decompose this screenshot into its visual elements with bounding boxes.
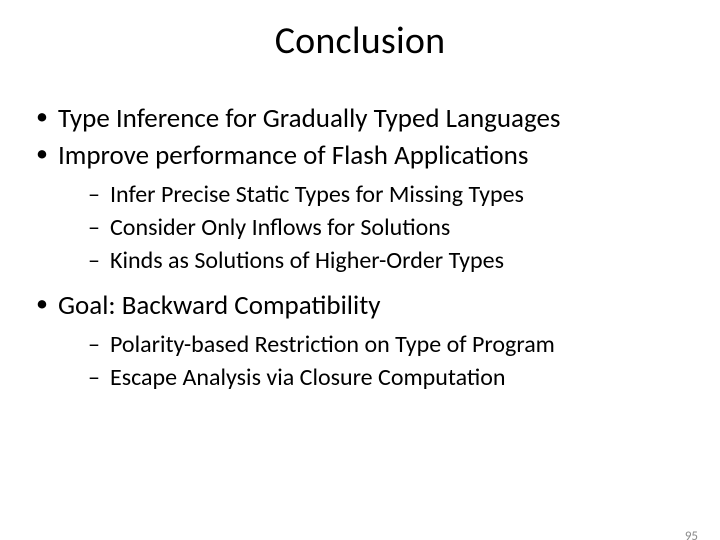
page-number: 95 (685, 529, 698, 540)
sub-bullet-list: Infer Precise Static Types for Missing T… (58, 179, 692, 277)
sub-bullet-text: Kinds as Solutions of Higher-Order Types (110, 246, 504, 275)
bullet-text: Improve performance of Flash Application… (58, 139, 528, 172)
bullet-item: Improve performance of Flash Application… (32, 139, 692, 277)
slide-title: Conclusion (0, 18, 720, 64)
sub-bullet-text: Polarity-based Restriction on Type of Pr… (110, 330, 555, 359)
slide: Conclusion Type Inference for Gradually … (0, 18, 720, 540)
bullet-text: Type Inference for Gradually Typed Langu… (58, 102, 560, 135)
sub-bullet-text: Consider Only Inflows for Solutions (110, 213, 450, 242)
sub-bullet-item: Kinds as Solutions of Higher-Order Types (88, 245, 692, 276)
sub-bullet-item: Polarity-based Restriction on Type of Pr… (88, 329, 692, 360)
sub-bullet-text: Escape Analysis via Closure Computation (110, 363, 506, 392)
sub-bullet-list: Polarity-based Restriction on Type of Pr… (58, 329, 692, 393)
bullet-list: Type Inference for Gradually Typed Langu… (32, 102, 692, 394)
sub-bullet-item: Escape Analysis via Closure Computation (88, 362, 692, 393)
bullet-item: Type Inference for Gradually Typed Langu… (32, 102, 692, 137)
sub-bullet-item: Infer Precise Static Types for Missing T… (88, 179, 692, 210)
sub-bullet-item: Consider Only Inflows for Solutions (88, 212, 692, 243)
slide-content: Type Inference for Gradually Typed Langu… (0, 102, 720, 394)
sub-bullet-text: Infer Precise Static Types for Missing T… (110, 180, 524, 209)
bullet-text: Goal: Backward Compatibility (58, 289, 380, 322)
bullet-item: Goal: Backward Compatibility Polarity-ba… (32, 289, 692, 394)
